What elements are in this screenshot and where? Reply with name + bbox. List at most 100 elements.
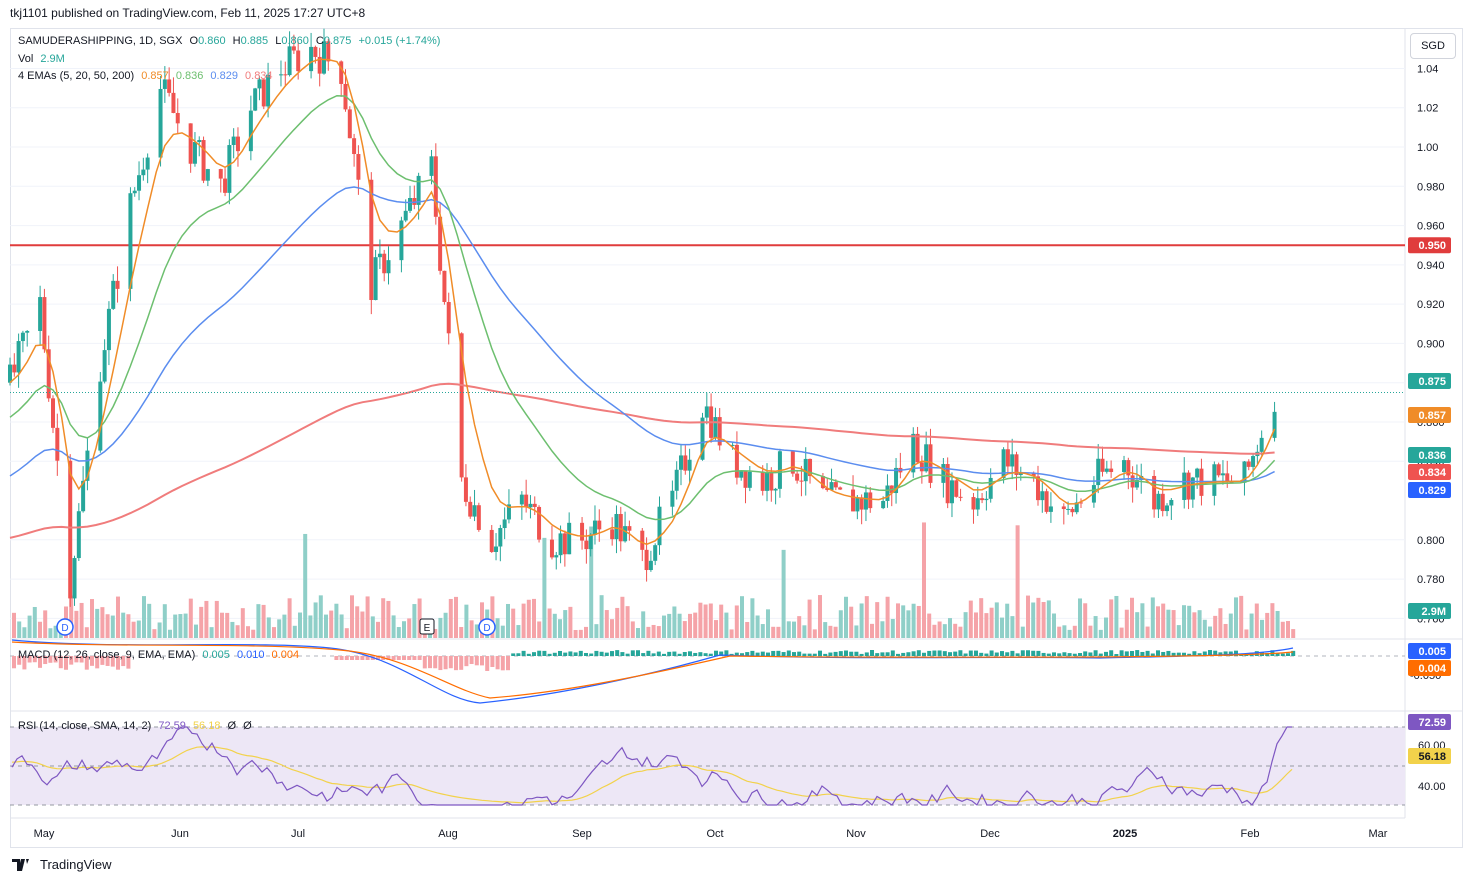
candle-body — [984, 498, 989, 501]
legend-rsi-label[interactable]: RSI (14, close, SMA, 14, 2) — [18, 720, 151, 732]
volume-bar — [303, 533, 308, 638]
volume-bar — [584, 626, 588, 638]
volume-bar — [412, 604, 417, 638]
macd-histogram-bar — [708, 653, 713, 656]
price-tick-label: 1.02 — [1417, 103, 1438, 115]
macd-histogram-bar — [1135, 650, 1140, 656]
currency-button[interactable]: SGD — [1410, 33, 1456, 59]
price-tick-label: 0.940 — [1417, 260, 1445, 272]
macd-histogram-bar — [630, 650, 635, 656]
macd-histogram-bar — [1156, 650, 1160, 656]
macd-histogram-bar — [417, 656, 422, 660]
volume-bar — [1083, 603, 1088, 638]
candle-body — [623, 526, 628, 542]
candle-body — [1160, 493, 1165, 512]
volume-bar — [734, 605, 739, 638]
legend-macd-label[interactable]: MACD (12, 26, close, 9, EMA, EMA) — [18, 649, 195, 661]
candle-body — [610, 529, 615, 540]
legend-symbol[interactable]: SAMUDERASHIPPING, 1D, SGX — [18, 35, 182, 47]
candle-body — [1259, 437, 1264, 452]
macd-histogram-bar — [1010, 650, 1015, 656]
candle-body — [941, 464, 946, 483]
candle-body — [278, 74, 283, 76]
chart-canvas[interactable]: 1.04 1.02 1.00 0.980 0.960 0.940 0.920 0.900 0.8… — [0, 0, 1472, 883]
candle-body — [614, 514, 619, 540]
candle-body — [532, 503, 537, 507]
macd-histogram-bar — [797, 651, 802, 656]
macd-histogram-bar — [448, 656, 453, 669]
candle-body — [489, 529, 494, 552]
volume-bar — [594, 624, 599, 638]
legend-vol-label[interactable]: Vol — [18, 53, 33, 65]
macd-histogram-bar — [594, 650, 599, 656]
macd-histogram-bar — [584, 652, 588, 656]
volume-bar — [469, 620, 474, 638]
volume-bar — [27, 615, 32, 638]
volume-bar — [693, 612, 698, 638]
footer-brand[interactable]: TradingView — [12, 857, 112, 872]
macd-histogram-bar — [537, 650, 542, 656]
rsi-badge: 72.59 — [1418, 717, 1446, 729]
macd-histogram-bar — [979, 652, 984, 656]
macd-histogram-bar — [963, 653, 968, 656]
macd-histogram-bar — [500, 656, 505, 671]
volume-bar — [646, 626, 651, 638]
macd-histogram-bar — [604, 652, 609, 656]
macd-histogram-bar — [412, 656, 417, 660]
candle-body — [1040, 491, 1045, 501]
candle-body — [16, 341, 21, 373]
macd-histogram-bar — [542, 650, 547, 656]
macd-histogram-bar — [1280, 653, 1285, 656]
macd-histogram-bar — [599, 651, 604, 656]
volume-bar — [1000, 617, 1004, 638]
macd-histogram-bar — [750, 650, 755, 656]
macd-histogram-bar — [1161, 651, 1166, 656]
macd-histogram-bar — [1083, 651, 1088, 656]
volume-bar — [1119, 627, 1124, 638]
macd-histogram-bar — [355, 656, 360, 660]
volume-bar — [178, 614, 183, 638]
volume-bar — [1182, 605, 1186, 638]
macd-histogram-bar — [807, 653, 812, 656]
macd-histogram-bar — [828, 652, 833, 656]
legend-rsi-sma: 56.18 — [192, 720, 221, 732]
candle-body — [554, 555, 559, 558]
volume-bar — [136, 620, 141, 638]
volume-bar — [1265, 612, 1270, 638]
candle-body — [429, 156, 434, 176]
candle-body — [373, 257, 378, 301]
volume-bar — [776, 626, 781, 638]
candle-body — [584, 540, 589, 550]
candle-body — [408, 198, 413, 211]
macd-histogram-bar — [1078, 653, 1082, 656]
candle-body — [988, 477, 993, 499]
volume-bar — [994, 602, 999, 638]
volume-bar — [630, 621, 635, 638]
volume-bar — [792, 621, 796, 638]
macd-histogram-bar — [1057, 653, 1062, 656]
macd-histogram-bar — [698, 652, 703, 656]
time-tick-label: Mar — [1369, 828, 1388, 840]
candle-body — [1195, 468, 1200, 478]
ema50-badge: 0.829 — [1418, 485, 1446, 497]
macd-histogram-bar — [849, 651, 854, 656]
legend-ema-label[interactable]: 4 EMAs (5, 20, 50, 200) — [18, 70, 134, 82]
volume-bar — [766, 609, 770, 638]
macd-histogram-bar — [833, 651, 838, 656]
volume-bar — [1010, 616, 1015, 638]
volume-bar — [350, 595, 354, 638]
macd-histogram-bar — [896, 653, 900, 656]
volume-bar — [1098, 629, 1103, 638]
legend-ema50: 0.829 — [210, 70, 238, 82]
volume-bar — [896, 603, 900, 638]
volume-bar — [1234, 597, 1238, 638]
volume-bar — [38, 621, 42, 638]
candle-body — [399, 220, 404, 261]
macd-histogram-bar — [974, 650, 978, 656]
legend-macd-signal: 0.004 — [271, 649, 300, 661]
legend-ema-row: 4 EMAs (5, 20, 50, 200) 0.857 0.836 0.82… — [18, 70, 277, 82]
macd-histogram-bar — [776, 650, 781, 656]
macd-histogram-bar — [459, 656, 464, 670]
macd-histogram-bar — [1005, 652, 1010, 656]
volume-bar — [116, 596, 120, 638]
